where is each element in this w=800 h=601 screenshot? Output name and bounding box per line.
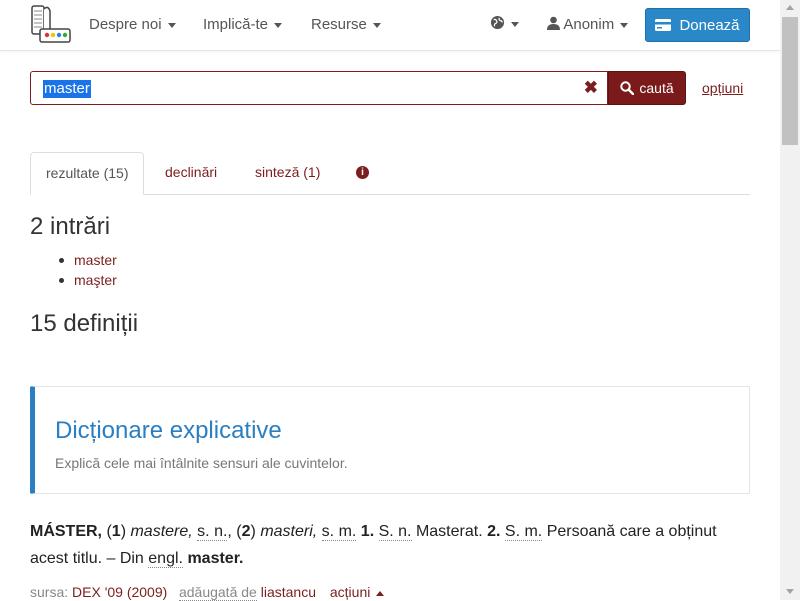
search-icon [620,81,635,95]
clear-search-icon[interactable]: ✖ [584,78,598,98]
chevron-down-icon [620,22,629,28]
entries-list: master maşter [59,250,117,290]
definitions-heading: 15 definiții [30,310,139,337]
entry-link[interactable]: maşter [59,270,117,290]
language-dropdown[interactable] [490,15,519,32]
entry-link[interactable]: master [59,250,117,270]
author-link[interactable]: liastancu [261,584,316,600]
donate-button[interactable]: Donează [645,8,750,42]
top-navbar: Despre noi Implică-te Resurse Anonim Don… [0,0,780,51]
etymology-word: master. [187,550,244,567]
scroll-up-arrow-icon[interactable] [786,5,794,10]
search-button-label: caută [639,80,674,96]
nav-resources-dropdown[interactable]: Resurse [311,16,381,33]
dictionary-category-panel: Dicționare explicative Explică cele mai … [30,386,750,494]
chevron-down-icon [274,22,283,28]
donate-label: Donează [679,16,740,34]
chevron-down-icon [167,22,176,28]
abbreviation[interactable]: S. n. [378,523,412,541]
scroll-down-arrow-icon[interactable] [786,589,794,594]
page-scrollbar[interactable] [780,0,800,600]
chevron-up-icon [376,590,385,596]
inflected-form: masteri, [260,523,318,540]
sense-number: 1. [360,523,375,540]
source-link[interactable]: DEX '09 (2009) [72,584,167,600]
nav-involve-dropdown[interactable]: Implică-te [203,16,283,33]
headword: MÁSTER, [30,523,102,540]
search-options-link[interactable]: opțiuni [702,80,743,96]
entries-heading: 2 intrări [30,213,111,240]
search-input-value[interactable]: master [43,80,91,98]
user-icon [547,16,560,30]
chevron-down-icon [511,21,519,27]
user-dropdown[interactable]: Anonim [547,16,629,33]
nav-resources-label: Resurse [311,16,367,33]
results-tabs: rezultate (15) declinări sinteză (1) [30,152,750,195]
user-label: Anonim [563,16,615,33]
search-button[interactable]: caută [608,71,686,105]
definition-text: MÁSTER, (1) mastere, s. n., (2) masteri,… [30,523,717,568]
inflected-form: mastere, [130,523,193,540]
search-input[interactable]: master ✖ [30,71,608,105]
abbreviation[interactable]: s. n. [197,523,228,541]
globe-icon [490,15,505,30]
chevron-down-icon [372,22,381,28]
tab-results[interactable]: rezultate (15) [30,152,145,195]
sense-number: 1 [111,523,121,540]
abbreviation[interactable]: engl. [148,550,183,568]
nav-involve-label: Implică-te [203,16,269,33]
abbreviation[interactable]: S. m. [504,523,543,541]
dexonline-logo[interactable] [28,3,74,45]
source-label: sursa: [30,584,69,600]
added-by-label: adăugată de [178,584,257,601]
nav-about-label: Despre noi [89,16,162,33]
nav-about-dropdown[interactable]: Despre noi [89,16,176,33]
scrollbar-thumb[interactable] [782,17,798,145]
tab-synthesis[interactable]: sinteză (1) [240,152,335,193]
sense-number: 2. [487,523,501,540]
actions-label: acțiuni [329,584,371,600]
credit-card-icon [655,19,672,31]
actions-dropdown[interactable]: acțiuni [329,584,385,600]
sense-number: 2 [241,523,251,540]
definition-body: Masterat. [415,523,483,540]
tab-declensions[interactable]: declinări [150,152,232,193]
abbreviation[interactable]: s. m. [321,523,357,541]
definition-meta: sursa: DEX '09 (2009) adăugată de liasta… [30,584,385,601]
panel-subtitle: Explică cele mai întâlnite sensuri ale c… [55,455,348,471]
info-icon[interactable]: i [356,166,369,179]
panel-title: Dicționare explicative [55,417,282,444]
